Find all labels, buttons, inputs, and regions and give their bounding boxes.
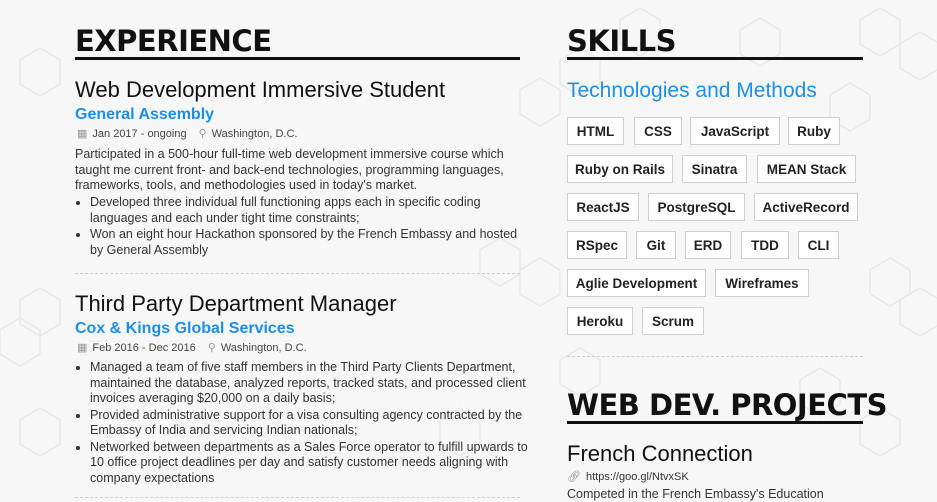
job-title: Web Development Immersive Student xyxy=(75,77,446,102)
project-title: French Connection xyxy=(567,441,753,466)
job-meta: ▦ Jan 2017 - ongoing ⚲ Washington, D.C. xyxy=(77,127,297,141)
calendar-icon: ▦ xyxy=(77,342,88,354)
job-title: Third Party Department Manager xyxy=(75,291,397,316)
link-icon: 🔗︎ xyxy=(567,471,581,483)
skill-tag: MEAN Stack xyxy=(757,155,856,183)
map-marker-icon: ⚲ xyxy=(207,342,216,354)
skill-tag: Ruby xyxy=(788,117,840,145)
company-name: General Assembly xyxy=(75,106,215,123)
skill-tag: Ruby on Rails xyxy=(567,155,673,183)
job-bullets: Developed three individual full function… xyxy=(75,195,520,259)
skill-tag: Wireframes xyxy=(715,269,809,297)
job-divider xyxy=(75,273,520,274)
job-dates: Jan 2017 - ongoing xyxy=(92,128,187,140)
skill-tag: CLI xyxy=(798,231,839,259)
skill-tag: HTML xyxy=(567,117,624,145)
skill-tag: PostgreSQL xyxy=(648,193,745,221)
map-marker-icon: ⚲ xyxy=(198,128,207,140)
project-description: Competed in the French Embassy's Educati… xyxy=(567,487,824,501)
job-meta: ▦ Feb 2016 - Dec 2016 ⚲ Washington, D.C. xyxy=(77,341,307,355)
calendar-icon: ▦ xyxy=(77,128,88,140)
skills-subheading: Technologies and Methods xyxy=(567,79,817,102)
experience-heading: EXPERIENCE xyxy=(75,24,272,58)
job-bullets: Managed a team of five staff members in … xyxy=(75,360,530,487)
skill-tag: RSpec xyxy=(567,231,627,259)
skill-tag: Sinatra xyxy=(682,155,747,183)
project-link[interactable]: 🔗︎ https://goo.gl/NtvxSK xyxy=(567,470,689,484)
project-url[interactable]: https://goo.gl/NtvxSK xyxy=(586,471,689,483)
skills-divider xyxy=(567,356,863,357)
skill-tag: JavaScript xyxy=(690,117,780,145)
job-location: Washington, D.C. xyxy=(211,128,298,140)
job-description: Participated in a 500-hour full-time web… xyxy=(75,147,504,192)
experience-heading-rule xyxy=(75,57,520,60)
skill-tag: ActiveRecord xyxy=(754,193,858,221)
skill-tag: Scrum xyxy=(642,307,704,335)
skill-tag: Heroku xyxy=(567,307,633,335)
skill-tag: TDD xyxy=(741,231,789,259)
skills-heading: SKILLS xyxy=(567,24,677,58)
skills-heading-rule xyxy=(567,57,863,60)
job-dates: Feb 2016 - Dec 2016 xyxy=(92,342,196,354)
projects-heading: WEB DEV. PROJECTS xyxy=(567,388,888,422)
projects-heading-rule xyxy=(567,421,863,424)
skill-tag: Aglie Development xyxy=(567,269,706,297)
job-bullet: Won an eight hour Hackathon sponsored by… xyxy=(90,227,520,258)
job-bullet: Provided administrative support for a vi… xyxy=(90,408,530,439)
job-bullet: Networked between departments as a Sales… xyxy=(90,440,530,487)
job-bullet: Developed three individual full function… xyxy=(90,195,520,226)
job-bullet: Managed a team of five staff members in … xyxy=(90,360,530,407)
skill-tag: ERD xyxy=(685,231,731,259)
skill-tag: ReactJS xyxy=(567,193,639,221)
job-location: Washington, D.C. xyxy=(220,342,307,354)
company-name: Cox & Kings Global Services xyxy=(75,320,295,337)
job-divider xyxy=(75,497,520,498)
skill-tag: Git xyxy=(636,231,676,259)
skill-tag: CSS xyxy=(634,117,682,145)
